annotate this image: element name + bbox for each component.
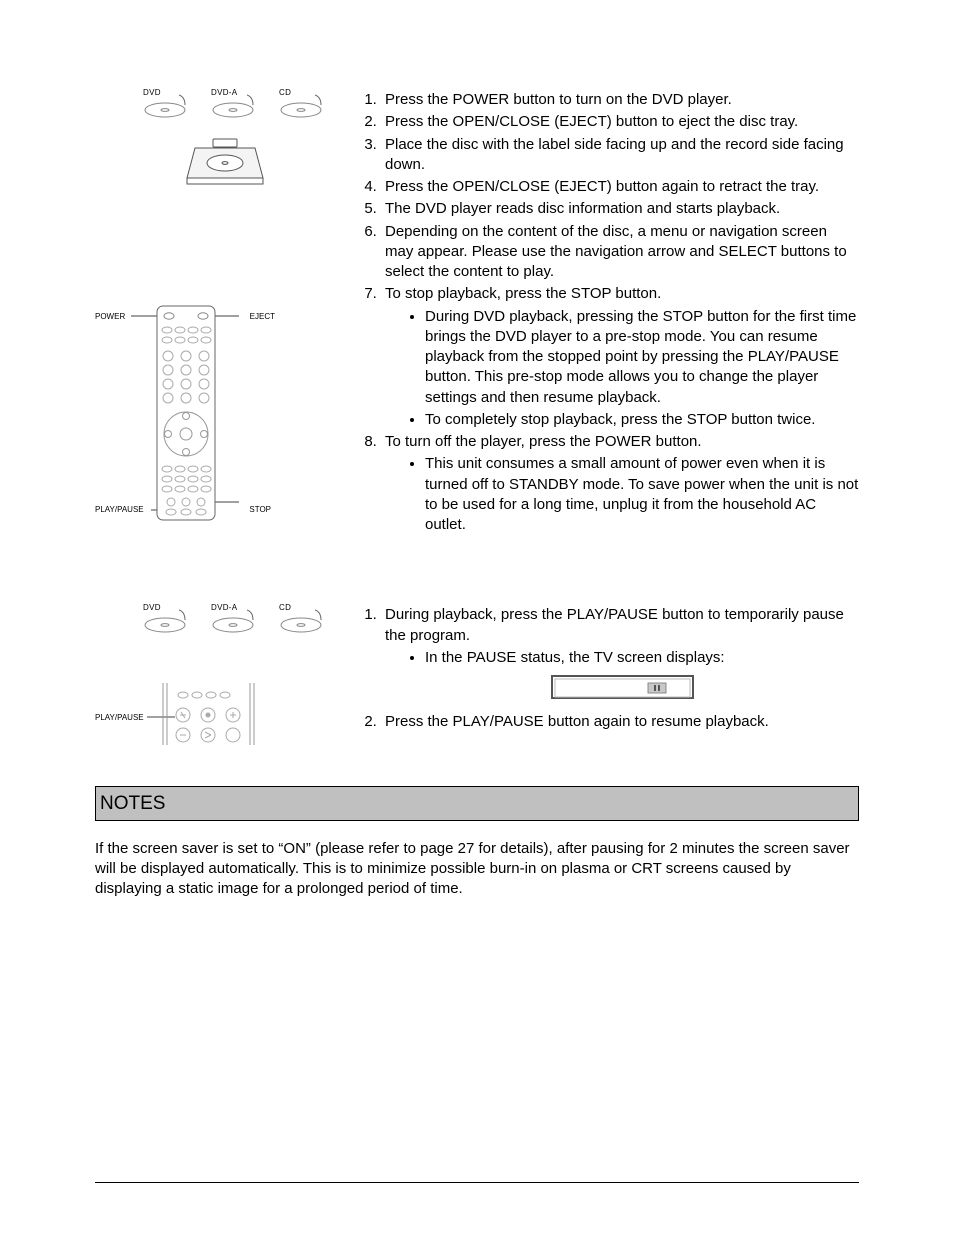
bullet-text: To completely stop playback, press the S… xyxy=(425,411,815,428)
step-bullet: This unit consumes a small amount of pow… xyxy=(425,454,859,535)
tray-icon xyxy=(185,138,265,194)
bullet-text: During DVD playback, pressing the STOP b… xyxy=(425,308,856,406)
tv-pause-display xyxy=(550,674,695,700)
step-text: The DVD player reads disc information an… xyxy=(385,200,780,217)
step-bullet: In the PAUSE status, the TV screen displ… xyxy=(425,648,859,668)
step-text: Press the POWER button to turn on the DV… xyxy=(385,91,732,108)
side-diagrams-1: DVD DVD-A CD xyxy=(95,90,295,524)
side-diagrams-2: DVD DVD-A CD PLAY/PAUSE xyxy=(95,605,295,752)
step-text: During playback, press the PLAY/PAUSE bu… xyxy=(385,606,844,643)
step: To stop playback, press the STOP button.… xyxy=(381,284,859,430)
notes-body: If the screen saver is set to “ON” (plea… xyxy=(95,839,859,900)
step-text: Press the OPEN/CLOSE (EJECT) button agai… xyxy=(385,178,819,195)
pause-steps: During playback, press the PLAY/PAUSE bu… xyxy=(333,605,859,732)
step: Press the OPEN/CLOSE (EJECT) button agai… xyxy=(381,177,859,197)
section-playback: DVD DVD-A CD xyxy=(95,90,859,537)
playback-steps: Press the POWER button to turn on the DV… xyxy=(333,90,859,535)
bullet-text: This unit consumes a small amount of pow… xyxy=(425,455,858,533)
disc-icon-dvd: DVD xyxy=(143,90,189,120)
disc-icons-row: DVD DVD-A CD xyxy=(143,605,295,635)
notes-header: NOTES xyxy=(95,786,859,821)
step-bullet: During DVD playback, pressing the STOP b… xyxy=(425,307,859,408)
disc-label: CD xyxy=(279,88,311,99)
disc-icon-dvd: DVD xyxy=(143,605,189,635)
step: Press the POWER button to turn on the DV… xyxy=(381,90,859,110)
step: During playback, press the PLAY/PAUSE bu… xyxy=(381,605,859,700)
step: The DVD player reads disc information an… xyxy=(381,199,859,219)
notes-header-text: NOTES xyxy=(100,793,165,814)
step-text: Press the PLAY/PAUSE button again to res… xyxy=(385,713,769,730)
main-steps-1: Press the POWER button to turn on the DV… xyxy=(333,90,859,537)
step-text: To stop playback, press the STOP button. xyxy=(385,285,661,302)
disc-label: DVD-A xyxy=(211,603,243,614)
main-steps-2: During playback, press the PLAY/PAUSE bu… xyxy=(333,605,859,734)
disc-icon-cd: CD xyxy=(279,90,325,120)
disc-icon-dvda: DVD-A xyxy=(211,90,257,120)
page: DVD DVD-A CD xyxy=(0,0,954,1235)
disc-label: CD xyxy=(279,603,311,614)
step-text: Depending on the content of the disc, a … xyxy=(385,223,847,281)
step-text: To turn off the player, press the POWER … xyxy=(385,433,702,450)
bullet-text: In the PAUSE status, the TV screen displ… xyxy=(425,649,725,666)
step: Place the disc with the label side facin… xyxy=(381,135,859,176)
step: Press the PLAY/PAUSE button again to res… xyxy=(381,712,859,732)
step: To turn off the player, press the POWER … xyxy=(381,432,859,535)
disc-label: DVD-A xyxy=(211,88,243,99)
step-text: Press the OPEN/CLOSE (EJECT) button to e… xyxy=(385,113,798,130)
step: Press the OPEN/CLOSE (EJECT) button to e… xyxy=(381,112,859,132)
step-text: Place the disc with the label side facin… xyxy=(385,136,844,173)
disc-icon-dvda: DVD-A xyxy=(211,605,257,635)
step: Depending on the content of the disc, a … xyxy=(381,222,859,283)
step-bullet: To completely stop playback, press the S… xyxy=(425,410,859,430)
remote-diagram: POWER EJECT PLAY/PAUSE STOP xyxy=(95,304,275,524)
footer-rule xyxy=(95,1182,859,1183)
section-pause: DVD DVD-A CD PLAY/PAUSE xyxy=(95,605,859,752)
disc-label: DVD xyxy=(143,603,175,614)
disc-icon-cd: CD xyxy=(279,605,325,635)
player-front-diagram: PLAY/PAUSE xyxy=(95,677,275,752)
disc-label: DVD xyxy=(143,88,175,99)
disc-icons-row: DVD DVD-A CD xyxy=(143,90,295,120)
